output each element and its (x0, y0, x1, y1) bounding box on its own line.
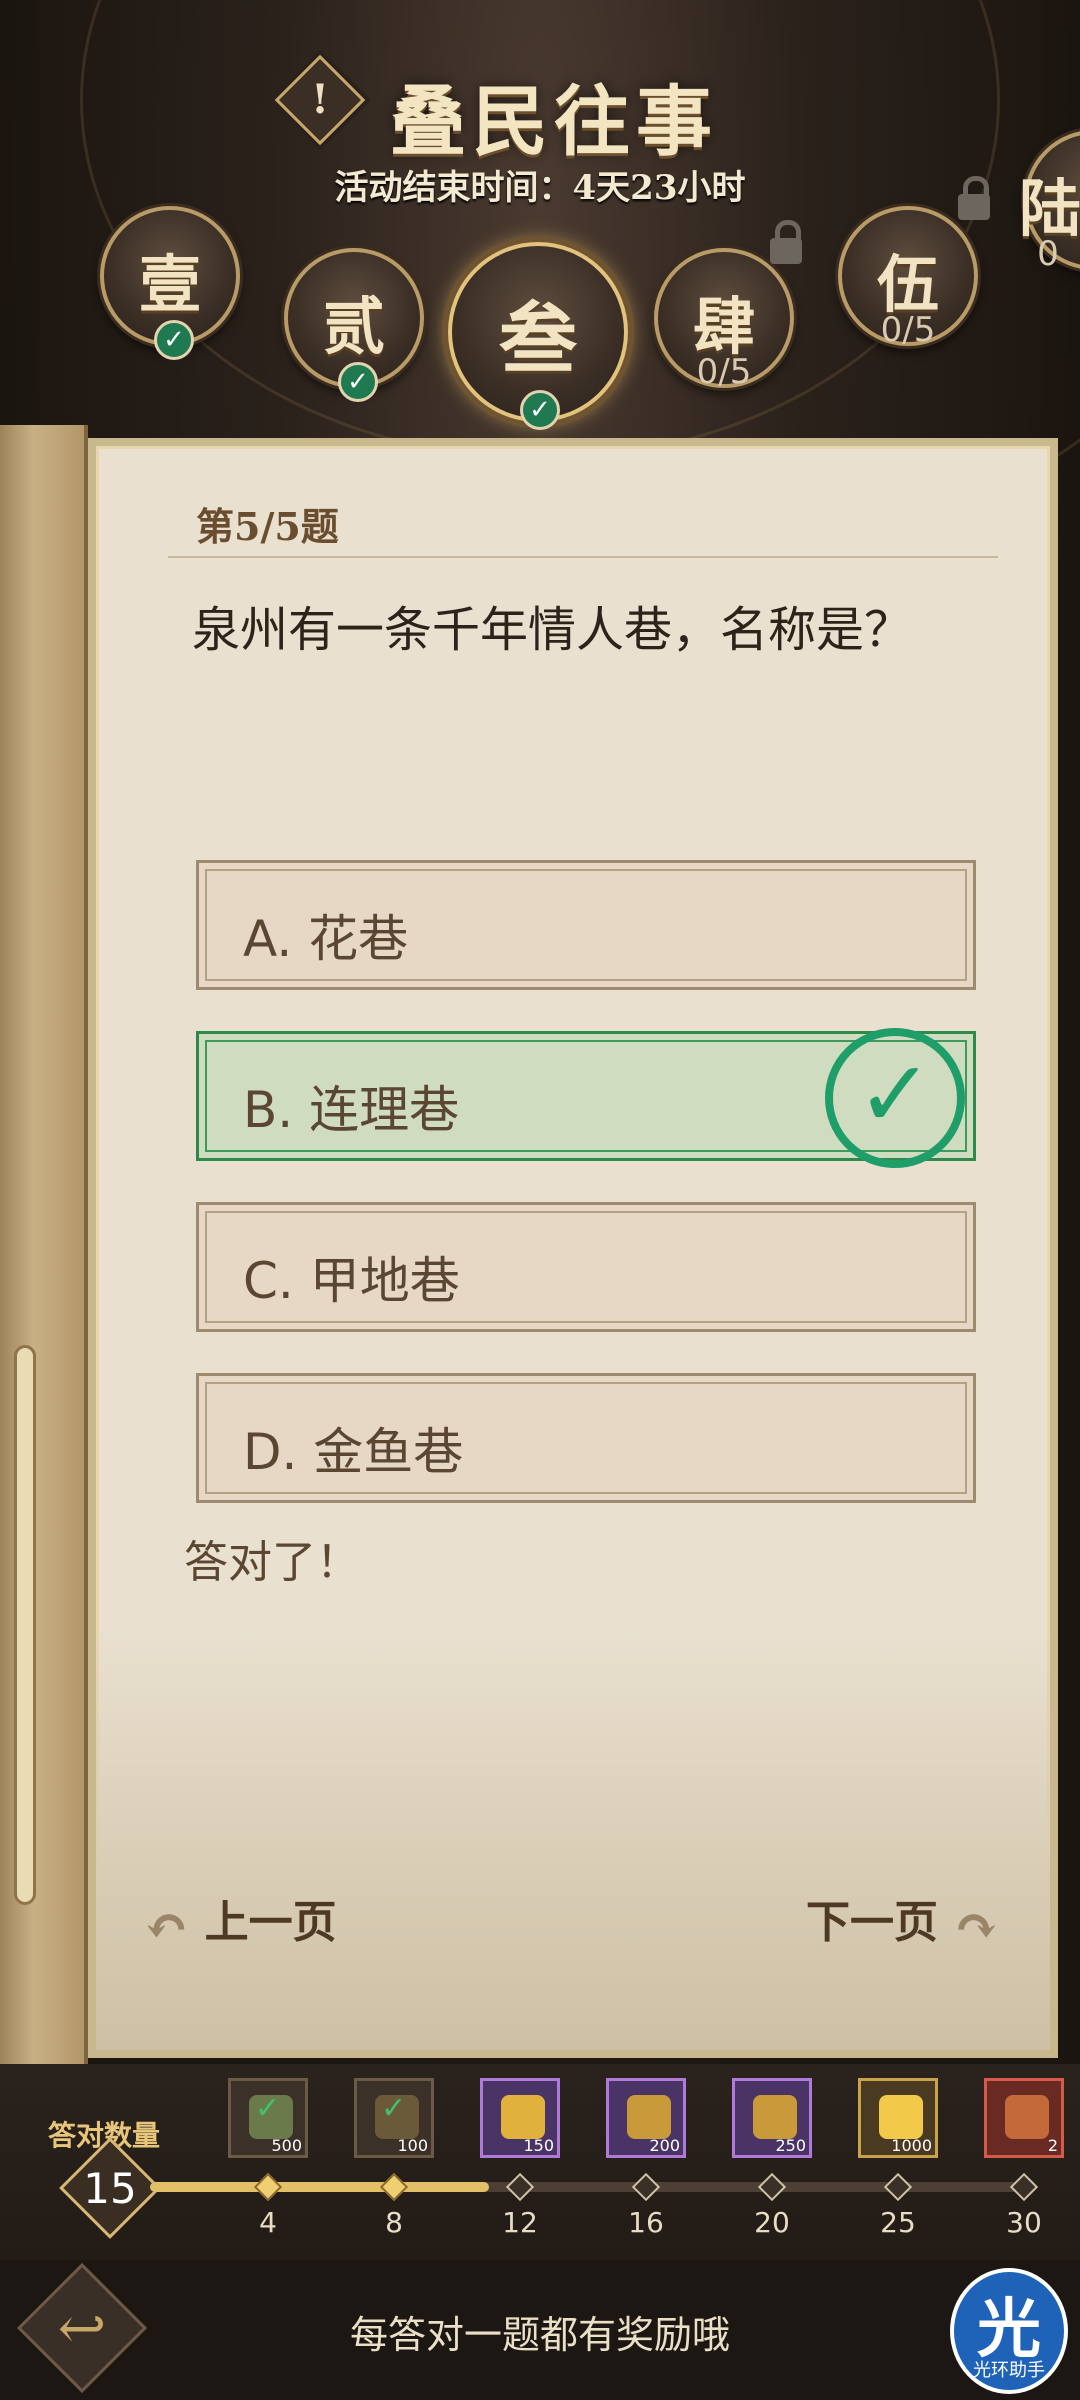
arrow-left-icon: ↶ (144, 1893, 190, 1958)
option-label: C. 甲地巷 (243, 1252, 460, 1310)
prev-page-button[interactable]: ↶ 上一页 (144, 1886, 337, 1958)
reward-amount: 200 (649, 2136, 680, 2155)
option-label: D. 金鱼巷 (243, 1423, 464, 1481)
option-d[interactable]: D. 金鱼巷 (196, 1373, 976, 1503)
milestone-marker (757, 2172, 787, 2202)
lock-icon (770, 220, 802, 264)
reward-hint: 每答对一题都有奖励哦 (349, 2313, 730, 2357)
milestone-marker (505, 2172, 535, 2202)
tab-glyph: 贰 (322, 289, 385, 363)
milestone-marker (631, 2172, 661, 2202)
info-icon: ! (311, 76, 329, 123)
check-icon: ✓ (520, 390, 560, 430)
option-label: A. 花巷 (243, 910, 409, 968)
milestone-marker (379, 2172, 409, 2202)
reward-icon (753, 2095, 797, 2139)
correct-count-value: 15 (83, 2164, 137, 2213)
side-scroll-handle[interactable] (14, 1345, 36, 1905)
reward-amount: 2 (1047, 2136, 1058, 2155)
milestone-label: 16 (628, 2206, 664, 2239)
progress-fill (150, 2182, 489, 2192)
reward-amount: 250 (775, 2136, 806, 2155)
reward-icon (501, 2095, 545, 2139)
question-card: 第5/5题 泉州有一条千年情人巷，名称是？ A. 花巷 B. 连理巷 ✓ C. … (88, 438, 1058, 2058)
assistant-button[interactable]: 光 光环助手 (950, 2268, 1068, 2394)
claimed-check-icon: ✓ (255, 2091, 281, 2126)
tab-glyph: 叁 (498, 293, 577, 385)
arrow-right-icon: ↷ (953, 1893, 999, 1958)
tab-progress: 0/5 (880, 310, 936, 350)
milestone-label: 12 (502, 2206, 538, 2239)
quiz-screen: ! 叠民往事 活动结束时间：4天23小时 壹 ✓ 贰 ✓ 叁 ✓ 肆 0/5 伍… (0, 0, 1080, 2400)
option-label: B. 连理巷 (243, 1081, 460, 1139)
tab-chapter-1[interactable]: 壹 ✓ (100, 206, 240, 360)
milestone-marker (883, 2172, 913, 2202)
reward-item[interactable]: 250 (732, 2078, 812, 2158)
rewards-bar: 答对数量 15 4 8 12 16 20 25 30 ✓ 500 ✓ 100 150 200 250 10… (0, 2064, 1080, 2260)
event-end-time: 活动结束时间：4天23小时 (334, 168, 746, 208)
milestone-label: 25 (880, 2206, 916, 2239)
tab-chapter-2[interactable]: 贰 ✓ (284, 248, 424, 402)
reward-item[interactable]: ✓ 500 (228, 2078, 308, 2158)
next-page-label: 下一页 (806, 1897, 938, 1948)
reward-amount: 1000 (891, 2136, 932, 2155)
header: ! 叠民往事 (0, 48, 1080, 166)
result-text: 答对了！ (184, 1537, 360, 1588)
milestone-label: 30 (1006, 2206, 1042, 2239)
tab-chapter-3-selected[interactable]: 叁 ✓ (448, 242, 628, 430)
milestone-label: 4 (259, 2206, 277, 2239)
tab-glyph: 壹 (138, 247, 201, 321)
reward-icon (627, 2095, 671, 2139)
page-title: 叠民往事 (390, 77, 718, 166)
question-text: 泉州有一条千年情人巷，名称是？ (192, 602, 913, 658)
divider (168, 556, 998, 558)
reward-amount: 150 (523, 2136, 554, 2155)
correct-check-icon: ✓ (825, 1028, 965, 1168)
reward-icon (879, 2095, 923, 2139)
reward-item[interactable]: 150 (480, 2078, 560, 2158)
question-number: 第5/5题 (196, 504, 339, 549)
prev-page-label: 上一页 (204, 1897, 337, 1948)
check-icon: ✓ (154, 320, 194, 360)
reward-amount: 100 (397, 2136, 428, 2155)
tab-chapter-5[interactable]: 伍 0/5 (838, 206, 978, 350)
milestone-marker (253, 2172, 283, 2202)
tab-chapter-4[interactable]: 肆 0/5 (654, 248, 794, 392)
side-panel (0, 425, 88, 2065)
option-c[interactable]: C. 甲地巷 (196, 1202, 976, 1332)
reward-amount: 500 (271, 2136, 302, 2155)
footer: ↩ 每答对一题都有奖励哦 光 光环助手 (0, 2260, 1080, 2400)
check-icon: ✓ (338, 362, 378, 402)
reward-icon (1005, 2095, 1049, 2139)
assistant-label: 光环助手 (973, 2360, 1045, 2381)
option-b[interactable]: B. 连理巷 ✓ (196, 1028, 976, 1168)
reward-item[interactable]: 200 (606, 2078, 686, 2158)
next-page-button[interactable]: 下一页 ↷ (806, 1886, 999, 1958)
milestone-marker (1009, 2172, 1039, 2202)
milestone-label: 8 (385, 2206, 403, 2239)
milestone-label: 20 (754, 2206, 790, 2239)
card-decoration (96, 1630, 1050, 2050)
reward-item[interactable]: ✓ 100 (354, 2078, 434, 2158)
tab-progress: 0/5 (696, 352, 752, 392)
reward-item[interactable]: 2 (984, 2078, 1064, 2158)
info-button[interactable]: ! (274, 54, 366, 146)
tab-progress: 0 (1037, 234, 1059, 274)
reward-item[interactable]: 1000 (858, 2078, 938, 2158)
option-a[interactable]: A. 花巷 (196, 860, 976, 990)
claimed-check-icon: ✓ (381, 2091, 407, 2126)
